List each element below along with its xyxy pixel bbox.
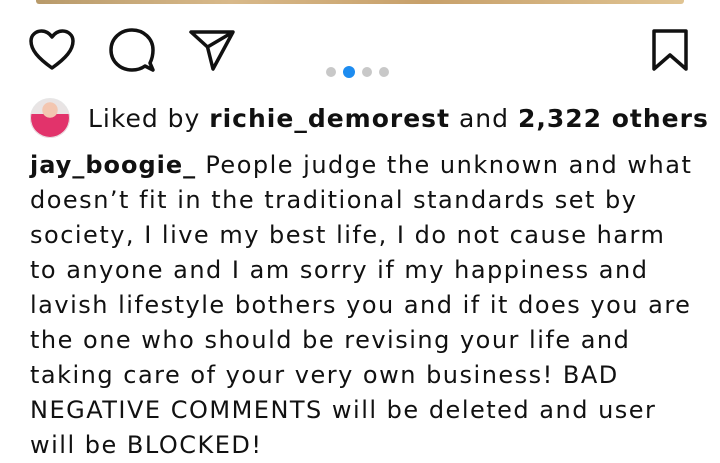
likes-row: Liked by richie_demorest and 2,322 other… [30,98,709,138]
comment-icon [109,28,155,72]
likes-connector: and [458,103,510,133]
action-bar [0,24,720,78]
liker-username[interactable]: richie_demorest [209,104,450,133]
send-icon [189,30,235,71]
likes-others-count[interactable]: 2,322 others [518,104,709,133]
save-button[interactable] [644,24,696,76]
post-image[interactable] [36,0,684,4]
like-button[interactable] [26,24,78,76]
post-caption: jay_boogie_ People judge the unknown and… [30,148,694,463]
likes-prefix: Liked by [88,103,201,133]
caption-username[interactable]: jay_boogie_ [30,151,196,179]
likes-text[interactable]: Liked by richie_demorest and 2,322 other… [88,104,709,133]
carousel-dot [362,67,372,77]
share-button[interactable] [186,24,238,76]
carousel-dot [379,67,389,77]
carousel-dot [326,67,336,77]
avatar[interactable] [30,98,70,138]
bookmark-icon [652,29,688,71]
carousel-dot-active [343,66,355,78]
carousel-indicator [326,66,389,78]
comment-button[interactable] [106,24,158,76]
heart-icon [29,29,75,70]
caption-text: People judge the unknown and what doesn’… [30,151,693,459]
